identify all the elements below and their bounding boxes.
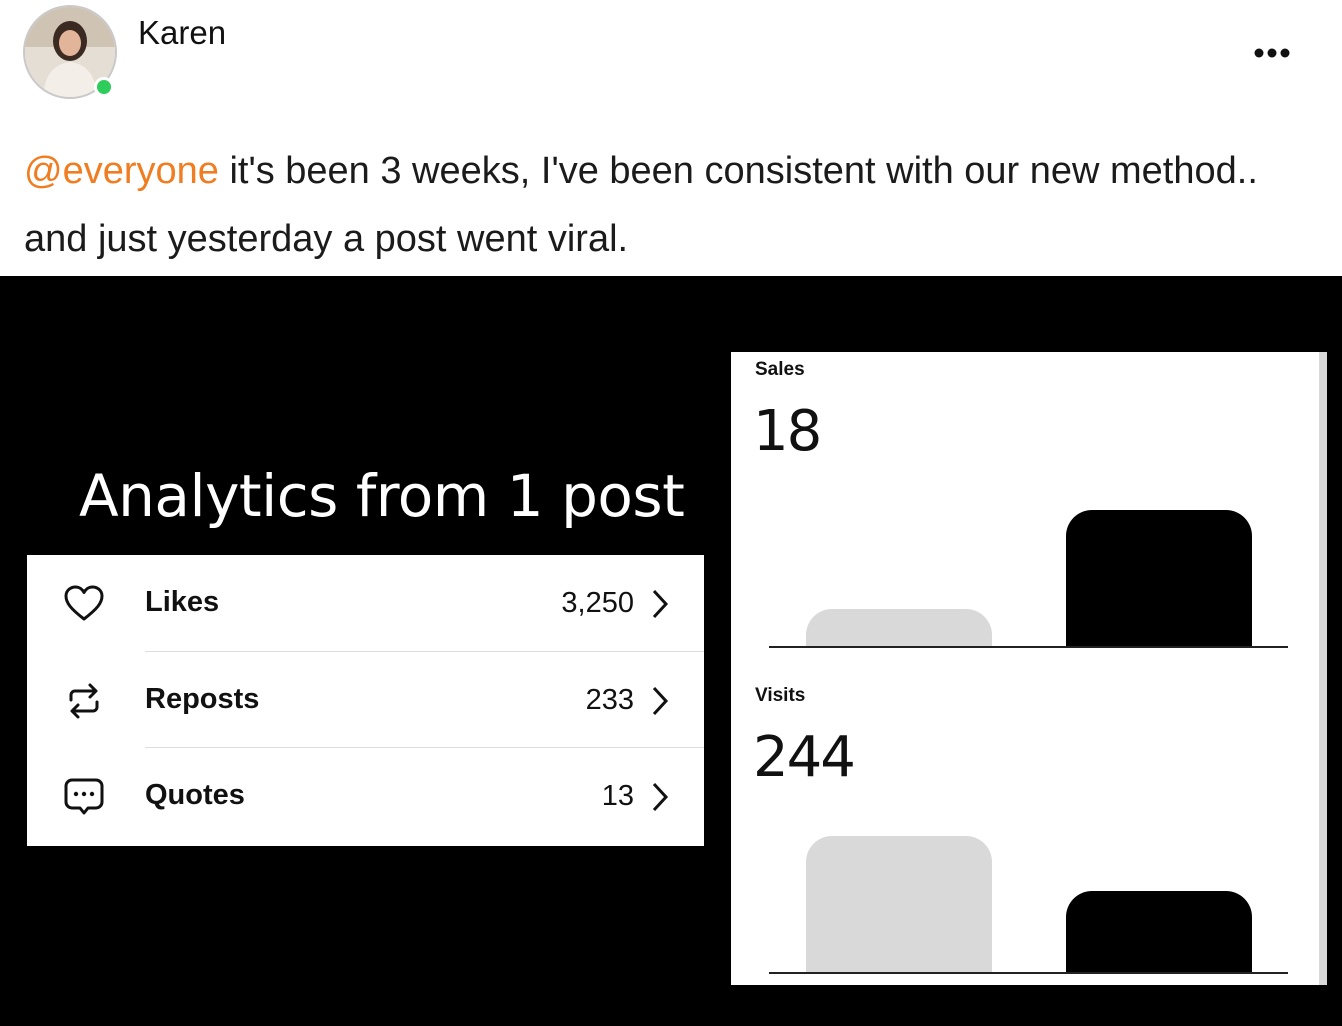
card-edge [1319, 352, 1327, 985]
visits-baseline [769, 972, 1288, 974]
stat-value: 3,250 [561, 587, 634, 619]
visits-chart-plot [769, 834, 1288, 974]
post-text: @everyone it's been 3 weeks, I've been c… [24, 137, 1314, 273]
stat-label: Reposts [145, 683, 260, 715]
chevron-right-icon [650, 588, 670, 620]
online-status-dot [94, 77, 114, 97]
post-header: Karen @everyone it's been 3 weeks, I've … [0, 0, 1342, 276]
stat-row-likes[interactable]: Likes 3,250 [27, 555, 704, 651]
visits-bar-2 [1066, 891, 1252, 974]
sales-bar-2 [1066, 510, 1252, 648]
mention-everyone[interactable]: @everyone [24, 150, 219, 192]
stat-row-quotes[interactable]: Quotes 13 [27, 748, 704, 844]
stat-row-reposts[interactable]: Reposts 233 [27, 652, 704, 748]
sales-chart-title: Sales [755, 359, 805, 380]
sales-value: 18 [753, 399, 822, 464]
visits-bar-1 [806, 836, 992, 974]
stat-label: Quotes [145, 779, 245, 811]
repost-icon [63, 680, 105, 722]
stat-value: 13 [601, 780, 634, 812]
heart-icon [63, 583, 105, 625]
more-horizontal-icon[interactable] [1251, 38, 1295, 68]
visits-value: 244 [753, 725, 856, 790]
stat-value: 233 [585, 684, 634, 716]
author-name[interactable]: Karen [138, 14, 226, 52]
stat-label: Likes [145, 586, 220, 618]
visits-chart-title: Visits [755, 685, 806, 706]
stats-card: Likes 3,250 Reposts 233 Quotes 13 [27, 555, 704, 846]
charts-card: Sales 18 Visits 244 [731, 352, 1327, 985]
sales-baseline [769, 646, 1288, 648]
quote-bubble-icon [63, 776, 105, 818]
sales-bar-1 [806, 609, 992, 648]
sales-chart-plot [769, 508, 1288, 648]
image-heading: Analytics from 1 post [79, 462, 685, 530]
chevron-right-icon [650, 685, 670, 717]
chevron-right-icon [650, 781, 670, 813]
